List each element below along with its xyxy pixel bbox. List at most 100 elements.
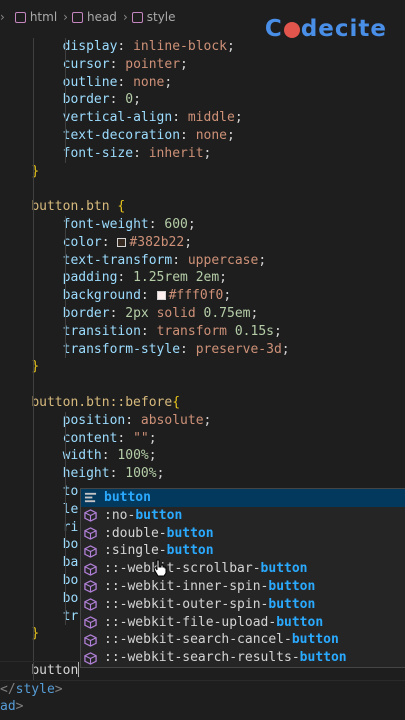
cube-icon: [84, 651, 97, 665]
colon: :: [117, 270, 134, 286]
code-line[interactable]: border: 2px solid 0.75em;: [0, 304, 405, 323]
indent-guide: [65, 429, 66, 448]
indent-guide: [65, 91, 66, 110]
chevron-right-icon: ›: [0, 10, 5, 24]
indent-guide: [65, 126, 66, 145]
suggestion-item[interactable]: button: [81, 489, 405, 507]
code-line[interactable]: font-weight: 600;: [0, 215, 405, 234]
code-line[interactable]: position: absolute;: [0, 411, 405, 430]
code-line[interactable]: color: #382b22;: [0, 233, 405, 252]
code-line[interactable]: width: 100%;: [0, 447, 405, 466]
code-line[interactable]: transform-style: preserve-3d;: [0, 340, 405, 359]
code-line[interactable]: height: 100%;: [0, 465, 405, 483]
suggestion-item[interactable]: ::-webkit-search-results-button: [81, 649, 405, 667]
indent-guide: [65, 340, 66, 359]
indent-guide: [33, 625, 34, 644]
suggestion-item[interactable]: ::-webkit-inner-spin-button: [81, 578, 405, 596]
suggestion-match: button: [299, 650, 347, 666]
code-line[interactable]: ad>: [0, 698, 405, 716]
indent-guide: [33, 91, 34, 110]
css-number: 0: [125, 92, 134, 108]
css-value: solid: [156, 305, 196, 321]
color-swatch[interactable]: [156, 291, 166, 301]
code-line[interactable]: }: [0, 358, 405, 377]
indent-guide: [65, 144, 66, 163]
code-line[interactable]: outline: none;: [0, 73, 405, 92]
suggestion-prefix: ::-webkit-scrollbar-: [104, 561, 261, 577]
semicolon: ;: [273, 323, 282, 339]
semicolon: ;: [187, 216, 196, 232]
blank-line[interactable]: [0, 376, 405, 394]
suggestion-item[interactable]: :single-button: [81, 542, 405, 560]
semicolon: ;: [148, 430, 157, 446]
breadcrumb-item-html[interactable]: html: [14, 10, 57, 24]
code-line[interactable]: display: inline-block;: [0, 38, 405, 56]
indent-guide: [65, 571, 66, 590]
indent-guide: [33, 304, 34, 323]
blank-line[interactable]: [0, 180, 405, 199]
suggestion-item[interactable]: ::-webkit-outer-spin-button: [81, 596, 405, 614]
indent-guide: [33, 482, 34, 501]
indent-guide: [33, 465, 34, 483]
code-line[interactable]: text-decoration: none;: [0, 126, 405, 145]
code-line[interactable]: transition: transform 0.15s;: [0, 322, 405, 341]
css-property: display: [62, 39, 118, 54]
semicolon: ;: [203, 145, 212, 161]
code-line[interactable]: }: [0, 162, 405, 181]
code-line[interactable]: cursor: pointer;: [0, 55, 405, 74]
suggestion-item[interactable]: :no-button: [81, 507, 405, 525]
breadcrumb-item-partial[interactable]: ›: [0, 10, 9, 24]
suggestion-item[interactable]: :double-button: [81, 525, 405, 543]
css-property: transform-style: [62, 341, 181, 357]
colon: :: [117, 430, 134, 446]
code-line[interactable]: button.btn {: [0, 198, 405, 216]
code-line[interactable]: button.btn::before{: [0, 393, 405, 412]
css-property: height: [62, 466, 110, 482]
autocomplete-suggestions[interactable]: button:no-button:double-button:single-bu…: [80, 488, 405, 668]
code-line[interactable]: vertical-align: middle;: [0, 109, 405, 127]
code-line[interactable]: content: "";: [0, 429, 405, 448]
indent-guide: [33, 198, 34, 216]
suggestion-match: button: [135, 507, 183, 523]
css-value: inline-block: [133, 39, 227, 54]
chevron-right-icon: ›: [63, 10, 68, 24]
indent-guide: [65, 304, 66, 323]
semicolon: ;: [250, 305, 259, 321]
colon: :: [140, 323, 157, 339]
css-number: 1.25rem 2em: [133, 270, 220, 286]
color-swatch[interactable]: [117, 237, 127, 247]
indent-guide: [33, 38, 34, 56]
element-icon: [71, 11, 83, 23]
code-line[interactable]: background: #fff0f0;: [0, 287, 405, 305]
breadcrumb-label: style: [146, 10, 176, 24]
cube-icon: [84, 509, 97, 522]
css-value: none: [133, 74, 165, 90]
code-line[interactable]: </style>: [0, 681, 405, 699]
suggestion-prefix: :no-: [104, 507, 136, 523]
css-property: padding: [62, 270, 118, 286]
breadcrumb-item-head[interactable]: › head: [63, 10, 117, 24]
indent-guide: [65, 518, 66, 537]
suggestion-item[interactable]: ::-webkit-file-upload-button: [81, 614, 405, 632]
suggestion-item[interactable]: ::-webkit-search-cancel-button: [81, 631, 405, 649]
indent-guide: [33, 126, 34, 145]
code-line[interactable]: font-size: inherit;: [0, 144, 405, 163]
indent-guide: [65, 251, 66, 270]
code-line[interactable]: text-transform: uppercase;: [0, 251, 405, 270]
indent-guide: [65, 38, 66, 56]
css-number: 0.75em: [203, 305, 251, 321]
code-line[interactable]: padding: 1.25rem 2em;: [0, 269, 405, 288]
code-line[interactable]: border: 0;: [0, 91, 405, 110]
suggestion-item[interactable]: ::-webkit-scrollbar-button: [81, 560, 405, 578]
breadcrumb-item-style[interactable]: › style: [123, 10, 176, 24]
